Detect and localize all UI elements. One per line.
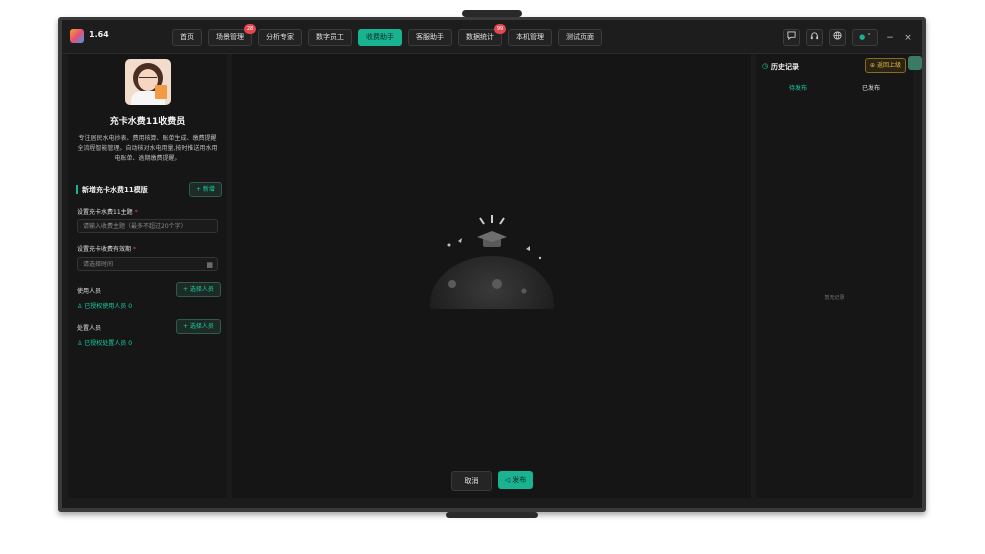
validity-date-input[interactable]: 请选择时间 ▦ [77,257,218,271]
topic-label-text: 设置充卡水费11主题 [77,209,133,216]
section-title: 新增充卡水费11模版 [82,186,148,194]
handler-label: 处置人员 [77,325,102,332]
preview-area [232,54,751,498]
tab-billing-assistant[interactable]: 收费助手 [358,29,402,46]
topic-label: 设置充卡水费11主题 * [77,207,138,216]
left-panel: 充卡水费11收费员 专注居民水电抄表、费用核算、账单生成、缴费提醒全流程智能管理… [68,54,227,498]
app-logo [70,29,84,43]
top-bar: 1.64 首页 场景管理 28 分析专家 数字员工 收费助手 客服助手 数据统计 9… [62,20,922,54]
close-button[interactable]: × [902,33,914,43]
add-template-button[interactable]: + 新增 [189,182,222,197]
chat-icon[interactable] [783,29,800,46]
tab-pending[interactable]: 待发布 [789,83,807,92]
user-label: 使用人员 [77,288,102,295]
tab-analysis-expert[interactable]: 分析专家 [258,29,302,46]
minimize-button[interactable]: − [884,33,896,43]
notification-badge: 99 [494,24,506,34]
required-mark: * [134,209,138,216]
assistant-description: 专注居民水电抄表、费用核算、账单生成、缴费提醒全流程智能管理。自动核对水电用量,… [77,135,218,162]
floating-assistant-button[interactable] [908,56,922,70]
history-panel: ◷ 历史记录 ⊕ 返回上级 待发布 已发布 暂无记录 [756,54,913,498]
tab-label: 首页 [180,33,194,41]
validity-label: 设置充卡收费有效期 * [77,244,136,253]
back-button[interactable]: ⊕ 返回上级 [865,58,906,73]
authorized-handlers-text: 已授权处置人员 0 [84,340,133,347]
authorized-handlers-link[interactable]: ♙ 已授权处置人员 0 [77,338,132,347]
tab-service-assistant[interactable]: 客服助手 [408,29,452,46]
tab-local-management[interactable]: 本机管理 [508,29,552,46]
tab-label: 场景管理 [216,33,244,41]
calendar-icon: ▦ [206,261,213,269]
back-label: 返回上级 [876,62,901,69]
headset-icon[interactable] [806,29,823,46]
tab-home[interactable]: 首页 [172,29,202,46]
tab-published[interactable]: 已发布 [862,83,880,92]
publish-button[interactable]: ◁ 发布 [498,471,533,489]
validity-label-text: 设置充卡收费有效期 [77,246,132,253]
app-window: 1.64 首页 场景管理 28 分析专家 数字员工 收费助手 客服助手 数据统计 9… [62,20,922,508]
notification-badge: 28 [244,24,256,34]
tab-test-page[interactable]: 测试页面 [558,29,602,46]
history-title: 历史记录 [771,63,799,71]
required-mark: * [133,246,137,253]
tab-scene-management[interactable]: 场景管理 28 [208,24,256,46]
globe-icon[interactable] [829,29,846,46]
tab-label: 数据统计 [466,33,494,41]
authorized-users-text: 已授权使用人员 0 [84,303,133,310]
app-version: 1.64 [89,30,109,39]
date-placeholder: 请选择时间 [83,261,114,268]
main-nav: 首页 场景管理 28 分析专家 数字员工 收费助手 客服助手 数据统计 99 本机管… [172,24,602,46]
user-menu-button[interactable]: ● ˅ [852,29,878,46]
select-user-button[interactable]: + 选择人员 [176,282,221,297]
clock-icon: ◷ [762,62,769,70]
tab-label: 本机管理 [516,33,544,41]
tab-label: 收费助手 [366,33,394,41]
topic-input[interactable]: 请输入收费主题（最多不超过20个字） [77,219,218,233]
section-marker [76,185,78,194]
tab-label: 分析专家 [266,33,294,41]
tab-label: 客服助手 [416,33,444,41]
tab-label: 数字员工 [316,33,344,41]
back-arrow-icon: ⊕ [870,62,877,69]
tab-digital-staff[interactable]: 数字员工 [308,29,352,46]
camera-notch [462,10,522,17]
empty-state-illustration [430,215,554,309]
tab-label: 测试页面 [566,33,594,41]
empty-state-text: 暂无记录 [824,295,845,301]
cancel-button[interactable]: 取消 [451,471,492,491]
authorized-users-link[interactable]: ♙ 已授权使用人员 0 [77,301,132,310]
avatar [125,59,171,105]
select-handler-button[interactable]: + 选择人员 [176,319,221,334]
publish-label: 发布 [512,476,527,484]
chevron-down-icon: ˅ [865,33,871,41]
assistant-title: 充卡水费11收费员 [109,117,186,127]
tab-data-stats[interactable]: 数据统计 99 [458,24,506,46]
top-right-controls: ● ˅ − × [783,29,914,46]
monitor-stand [446,512,538,518]
